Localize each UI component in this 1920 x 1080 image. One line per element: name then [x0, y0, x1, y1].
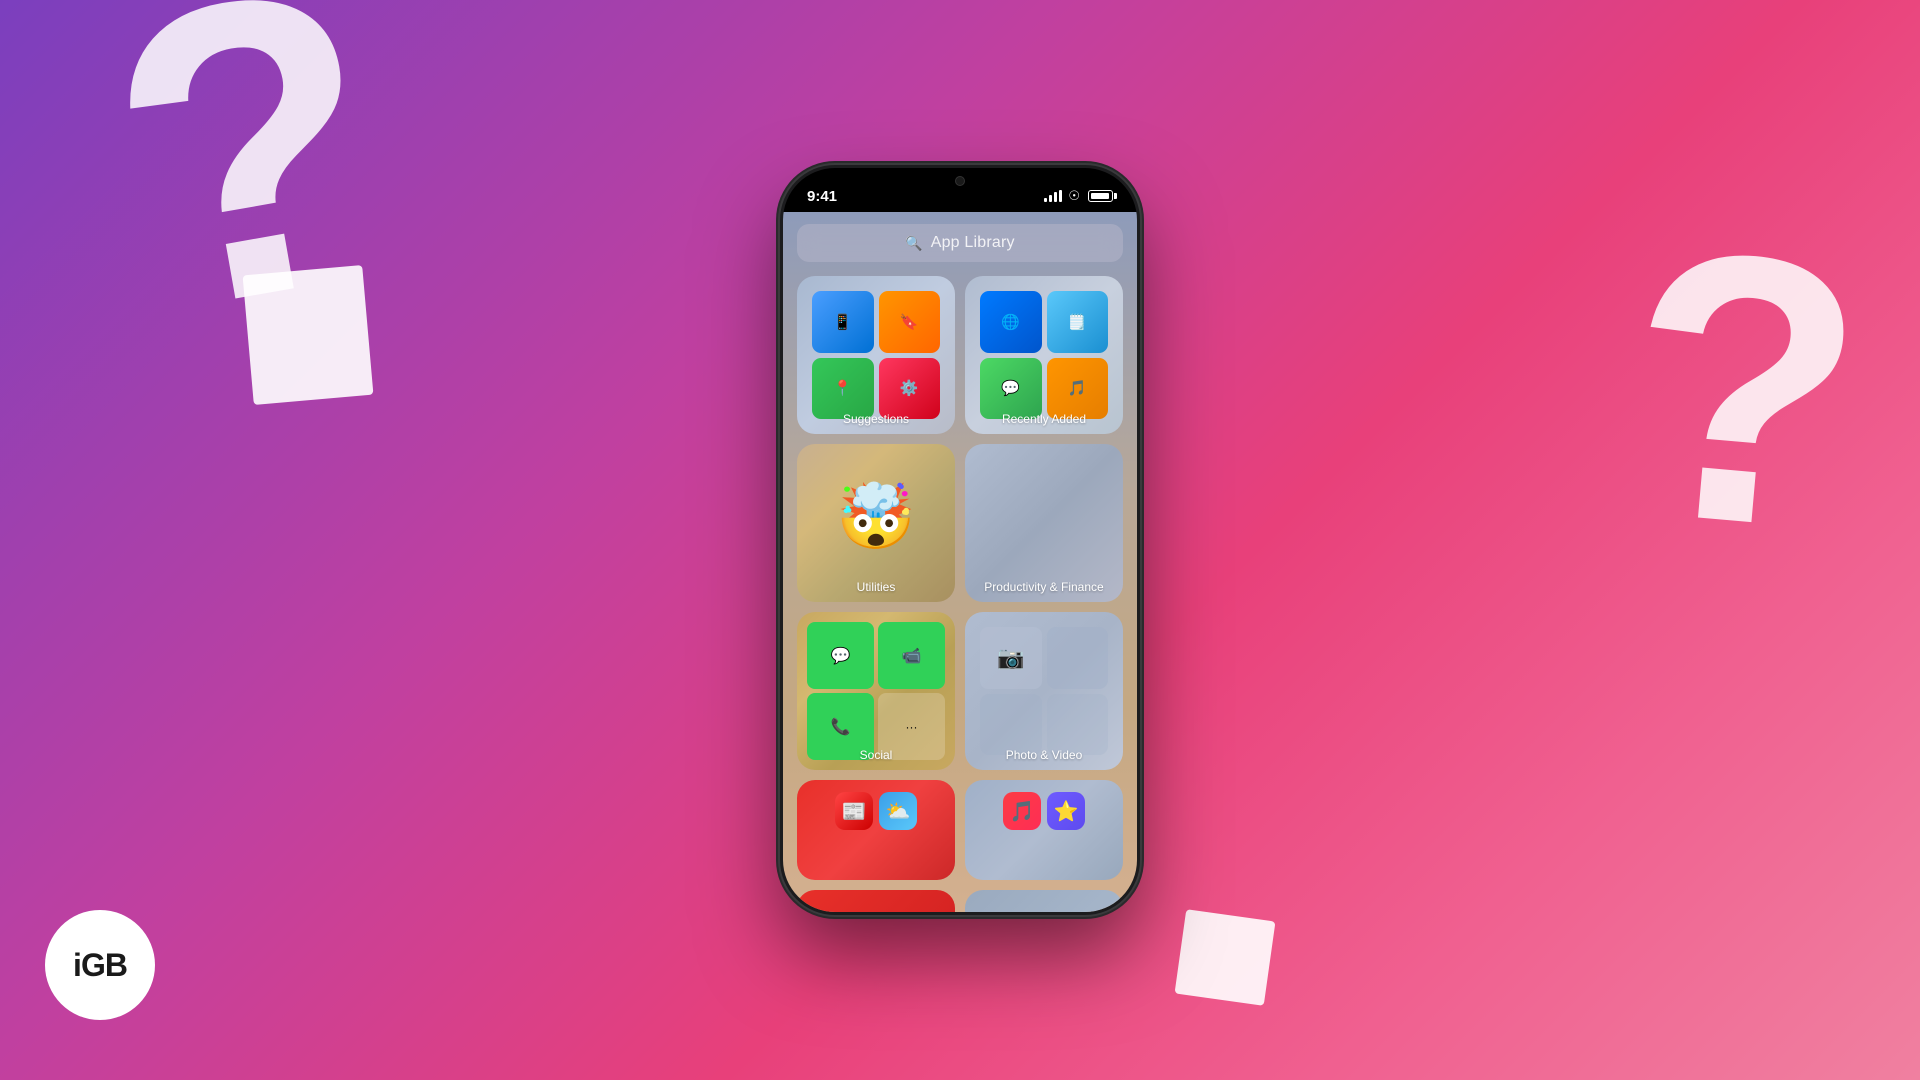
media-folder[interactable]: 🎵 ⭐ — [965, 780, 1123, 880]
status-time: 9:41 — [807, 188, 837, 205]
front-camera — [955, 176, 965, 186]
utilities-label: Utilities — [797, 580, 955, 594]
status-icons: ☉ — [1044, 188, 1113, 204]
recent-icon-2: 🗒️ — [1047, 291, 1109, 353]
weather-icon: ⛅ — [879, 792, 917, 830]
suggestions-label: Suggestions — [797, 412, 955, 426]
suggestion-icon-3: 📍 — [812, 358, 874, 420]
recently-added-label: Recently Added — [965, 412, 1123, 426]
signal-icon — [1044, 190, 1062, 202]
photo-video-folder[interactable]: 📷 Photo & Video — [965, 612, 1123, 770]
recent-icon-4: 🎵 — [1047, 358, 1109, 420]
messages-icon: 💬 — [807, 622, 874, 689]
recent-icon-3: 💬 — [980, 358, 1042, 420]
video-placeholder — [980, 694, 1042, 756]
wifi-icon: ☉ — [1068, 188, 1080, 204]
utilities-folder[interactable]: 🤯 Utilities — [797, 444, 955, 602]
suggestion-icon-1: 📱 — [812, 291, 874, 353]
productivity-label: Productivity & Finance — [965, 580, 1123, 594]
notch — [895, 168, 1025, 198]
phone-frame: 9:41 ☉ 🔍 — [780, 165, 1140, 915]
utilities-emoji: 🤯 — [836, 485, 916, 549]
social-folder[interactable]: 💬 📹 📞 ··· Social — [797, 612, 955, 770]
partial-app-row: 🎙️ 📺 — [797, 890, 1123, 912]
suggestion-icon-4: ⚙️ — [879, 358, 941, 420]
search-placeholder: App Library — [931, 234, 1015, 252]
recently-added-folder[interactable]: 🌐 🗒️ 💬 🎵 Recently Added — [965, 276, 1123, 434]
news-icon: 📰 — [835, 792, 873, 830]
tv-icon: ⭐ — [1047, 792, 1085, 830]
media-placeholder — [1047, 694, 1109, 756]
screen: 9:41 ☉ 🔍 — [783, 168, 1137, 912]
podcasts-folder[interactable]: 🎙️ 📺 — [797, 890, 955, 912]
battery-icon — [1088, 190, 1113, 202]
suggestion-icon-2: 🔖 — [879, 291, 941, 353]
productivity-folder[interactable]: Productivity & Finance — [965, 444, 1123, 602]
white-rectangle-1 — [243, 265, 374, 405]
music-icon: 🎵 — [1003, 792, 1041, 830]
app-library-screen[interactable]: 🔍 App Library 📱 🔖 📍 ⚙️ Suggestions — [783, 212, 1137, 912]
camera-icon: 📷 — [980, 627, 1042, 689]
other-folder[interactable] — [965, 890, 1123, 912]
question-mark-right: ? — [1612, 191, 1876, 590]
app-library-search[interactable]: 🔍 App Library — [797, 224, 1123, 262]
igb-logo: iGB — [45, 910, 155, 1020]
white-rectangle-2 — [1175, 909, 1276, 1006]
iphone-body: 9:41 ☉ 🔍 — [780, 165, 1140, 915]
facetime-icon: 📹 — [878, 622, 945, 689]
entertainment-folder[interactable]: 📰 ⛅ — [797, 780, 955, 880]
app-folder-grid: 📱 🔖 📍 ⚙️ Suggestions 🌐 🗒️ 💬 — [797, 276, 1123, 770]
social-label: Social — [797, 748, 955, 762]
photo-video-label: Photo & Video — [965, 748, 1123, 762]
bottom-app-rows: 📰 ⛅ 🎵 ⭐ — [797, 780, 1123, 880]
suggestions-folder[interactable]: 📱 🔖 📍 ⚙️ Suggestions — [797, 276, 955, 434]
photo-placeholder — [1047, 627, 1109, 689]
recent-icon-1: 🌐 — [980, 291, 1042, 353]
search-icon: 🔍 — [905, 235, 922, 252]
